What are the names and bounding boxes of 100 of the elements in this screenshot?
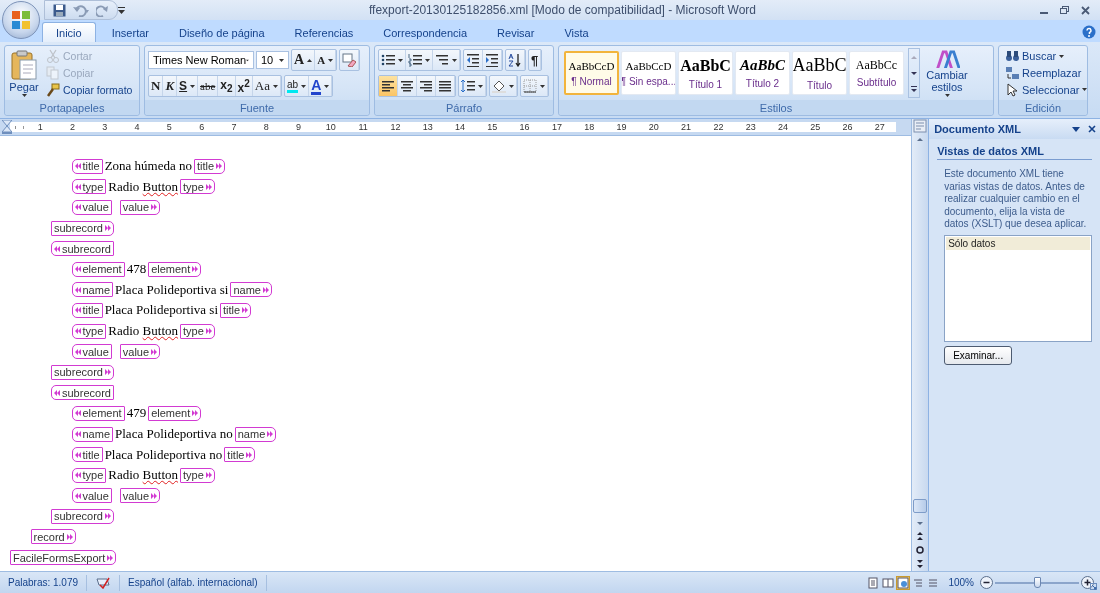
pane-heading: Vistas de datos XML — [937, 145, 1092, 160]
case-button[interactable]: Aa — [252, 76, 281, 96]
tag-start-icon — [74, 492, 81, 499]
align-left-button[interactable] — [379, 76, 398, 96]
language[interactable]: Español (alfab. internacional) — [120, 574, 267, 591]
font-color-button[interactable]: A — [309, 76, 333, 96]
zoom-in-icon[interactable] — [1081, 576, 1094, 589]
tag-name: name — [82, 428, 111, 440]
font-name-field[interactable]: Times New Roman — [148, 51, 254, 69]
align-center-button[interactable] — [398, 76, 417, 96]
field-value: 10 — [261, 54, 274, 66]
replace-button[interactable]: Reemplazar — [1002, 65, 1091, 81]
find-button[interactable]: Buscar — [1002, 48, 1091, 65]
tag-name: type — [82, 325, 104, 338]
tag-end-icon — [151, 348, 158, 355]
tag-end-icon — [262, 286, 269, 293]
zoom-slider[interactable] — [995, 575, 1079, 590]
scroll-thumb[interactable] — [913, 499, 928, 513]
style-tile[interactable]: AaBbCcD ¶ Sin espa... — [621, 51, 676, 95]
borders-icon — [523, 79, 537, 93]
dropdown-icon[interactable] — [1072, 126, 1080, 132]
word-count[interactable]: Palabras: 1.079 — [0, 574, 88, 591]
caret-icon — [509, 84, 514, 88]
tag-name: title — [82, 304, 100, 317]
change-styles-button[interactable]: Cambiar estilos — [922, 48, 972, 98]
save-icon[interactable] — [53, 3, 66, 17]
button-label: Cambiar estilos — [925, 69, 969, 94]
reading-view-icon — [882, 576, 895, 589]
letters-icon — [934, 49, 960, 69]
tag-name: name — [82, 283, 111, 296]
brush-icon — [46, 82, 60, 97]
browse-button[interactable]: Examinar... — [944, 345, 1013, 365]
decrease-indent-button[interactable] — [464, 50, 483, 70]
scissors-icon — [46, 49, 60, 64]
ribbon-tab[interactable]: Referencias — [280, 22, 368, 42]
sup-button[interactable]: x$^{2}$ — [235, 76, 253, 96]
caret-icon — [425, 58, 430, 62]
slider-thumb[interactable] — [1033, 576, 1041, 588]
office-button[interactable] — [2, 1, 40, 39]
strike-button[interactable]: abe — [198, 76, 219, 96]
paste-button[interactable]: Pegar — [6, 48, 42, 98]
style-tile[interactable]: AaBbC Título 2 — [735, 51, 790, 95]
tag-name: title — [223, 304, 241, 317]
increase-indent-button[interactable] — [483, 50, 502, 70]
numbering-button[interactable] — [406, 50, 433, 70]
borders-button[interactable] — [521, 76, 548, 96]
select-button[interactable]: Seleccionar — [1002, 81, 1091, 98]
shrink-font-button[interactable]: A — [315, 50, 337, 70]
align-justify-button[interactable] — [436, 76, 455, 96]
close-icon[interactable] — [1088, 125, 1096, 133]
style-tile[interactable]: AaBbCcD ¶ Normal — [564, 51, 619, 95]
print-view-button[interactable] — [866, 575, 881, 590]
customize-arrow-icon[interactable] — [118, 6, 125, 14]
italic-button[interactable]: K — [163, 76, 178, 96]
shading-button[interactable] — [490, 76, 517, 96]
button-label: Cortar — [63, 50, 93, 63]
style-tile[interactable]: AaBbC Título 1 — [678, 51, 733, 95]
up-caret-icon — [307, 58, 313, 62]
ribbon-tab[interactable]: Correspondencia — [369, 22, 482, 42]
numbered-list-icon — [408, 53, 422, 67]
tag-start-icon — [74, 266, 81, 273]
sort-button[interactable] — [506, 50, 525, 70]
ribbon-tab[interactable]: Inicio — [42, 22, 96, 42]
show-marks-button[interactable]: ¶ — [529, 50, 542, 70]
multilevel-button[interactable] — [433, 50, 460, 70]
zoom-level[interactable]: 100% — [948, 577, 974, 588]
clear-format-button[interactable] — [340, 50, 360, 70]
tag-start-icon — [74, 410, 81, 417]
bullets-button[interactable] — [379, 50, 406, 70]
tag-name: type — [183, 180, 204, 193]
element-value: Radio Button — [108, 178, 178, 195]
bold-button[interactable]: N — [149, 76, 164, 96]
ribbon-tab[interactable]: Insertar — [97, 22, 163, 42]
underline-button[interactable]: S — [177, 76, 199, 96]
highlight-button[interactable]: ab — [285, 76, 310, 96]
logo-icon — [10, 9, 32, 31]
tag-end-icon — [246, 451, 253, 458]
proofing-icon[interactable] — [95, 576, 112, 589]
font-size-field[interactable]: 10 — [256, 51, 289, 69]
print-view-icon — [867, 576, 880, 589]
restore-icon[interactable] — [1060, 6, 1069, 14]
ribbon-tab[interactable]: Vista — [550, 22, 603, 42]
ribbon-tab[interactable]: Diseño de página — [165, 22, 279, 42]
tag-name: name — [233, 283, 261, 296]
reading-view-button[interactable] — [881, 575, 896, 590]
tag-name: title — [197, 160, 215, 173]
style-tile[interactable]: AaBbCc Subtítulo — [849, 51, 904, 95]
ribbon-tab[interactable]: Revisar — [483, 22, 549, 42]
decrease-indent-icon — [466, 53, 480, 67]
list-item[interactable]: Sólo datos — [946, 236, 1090, 250]
painter-button[interactable]: Copiar formato — [43, 81, 136, 98]
align-right-button[interactable] — [417, 76, 436, 96]
sub-button[interactable]: x$_{2}$ — [218, 76, 236, 96]
line-spacing-icon — [461, 79, 475, 93]
style-tile[interactable]: AaBbC Título — [792, 51, 847, 95]
help-icon[interactable] — [1082, 25, 1096, 39]
line-spacing-button[interactable] — [459, 76, 486, 96]
zoom-out-icon[interactable] — [980, 576, 993, 589]
grow-font-button[interactable]: A — [292, 50, 316, 70]
close-icon[interactable] — [1081, 5, 1090, 15]
